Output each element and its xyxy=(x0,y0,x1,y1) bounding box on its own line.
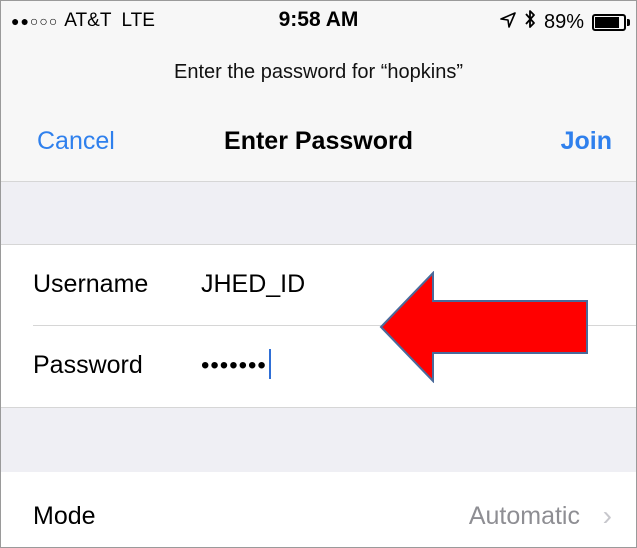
status-right: 89% xyxy=(500,9,630,35)
chevron-right-icon: › xyxy=(602,500,612,531)
section-spacer xyxy=(1,182,636,245)
mode-label: Mode xyxy=(33,502,96,530)
password-label: Password xyxy=(33,351,143,379)
phone-screen: ●●○○○ AT&T LTE 9:58 AM 89% Enter the pas… xyxy=(0,0,637,548)
header: ●●○○○ AT&T LTE 9:58 AM 89% Enter the pas… xyxy=(1,1,636,182)
password-field[interactable]: ••••••• xyxy=(201,349,271,381)
battery-percent: 89% xyxy=(543,10,584,33)
mode-row[interactable]: Mode Automatic › xyxy=(1,472,636,547)
battery-icon xyxy=(592,13,630,31)
location-arrow-icon xyxy=(500,11,516,34)
red-arrow-annotation-icon xyxy=(379,271,588,383)
password-mask: ••••••• xyxy=(201,352,267,379)
page-title: Enter Password xyxy=(224,127,413,155)
status-bar: ●●○○○ AT&T LTE 9:58 AM 89% xyxy=(1,1,636,39)
join-button[interactable]: Join xyxy=(561,127,612,156)
mode-value: Automatic xyxy=(468,502,580,530)
bluetooth-icon xyxy=(524,9,536,35)
nav-bar: Cancel Enter Password Join xyxy=(1,113,636,173)
text-cursor xyxy=(268,349,271,380)
username-field[interactable]: JHED_ID xyxy=(201,270,305,299)
password-prompt: Enter the password for “hopkins” xyxy=(173,61,464,83)
section-spacer-2 xyxy=(1,407,636,473)
username-label: Username xyxy=(33,270,149,298)
